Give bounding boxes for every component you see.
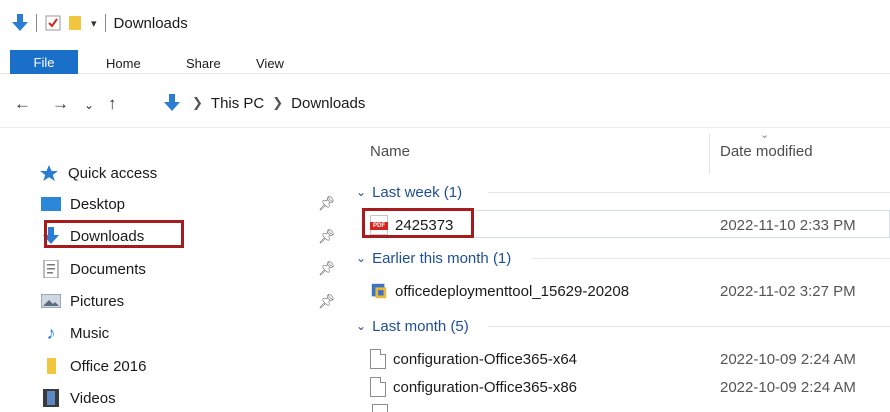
tab-share[interactable]: Share — [186, 56, 221, 71]
file-date: 2022-11-02 3:27 PM — [720, 283, 856, 300]
desktop-icon — [40, 195, 62, 213]
group-label: Last month (5) — [372, 317, 469, 335]
quick-access-item[interactable]: Quick access — [38, 160, 157, 186]
divider — [104, 14, 106, 32]
group-divider — [488, 192, 890, 193]
sidebar-item-label: Documents — [70, 260, 146, 278]
videos-icon — [40, 389, 62, 407]
quick-access-toolbar: ▾ Downloads — [12, 14, 188, 32]
file-name: officedeploymenttool_15629-20208 — [395, 282, 630, 300]
customize-toolbar-chevron-icon[interactable]: ▾ — [91, 17, 97, 30]
document-icon — [370, 349, 386, 369]
file-name: configuration-Office365-x86 — [393, 378, 577, 396]
highlight-box — [362, 208, 474, 238]
column-header-name[interactable]: Name — [370, 143, 410, 160]
group-header-last-month[interactable]: ⌄ Last month (5) — [356, 314, 469, 338]
sidebar-item-label: Office 2016 — [70, 357, 147, 375]
sidebar-item-desktop[interactable]: Desktop — [40, 191, 125, 217]
sidebar-item-videos[interactable]: Videos — [40, 385, 116, 411]
file-name: configuration-Office365-x64 — [393, 350, 577, 368]
sidebar-item-office-2016[interactable]: Office 2016 — [40, 353, 146, 379]
pin-icon: 📌︎ — [318, 195, 336, 211]
window-title: Downloads — [113, 14, 188, 32]
quick-access-label: Quick access — [68, 164, 158, 182]
group-header-earlier-this-month[interactable]: ⌄ Earlier this month (1) — [356, 246, 511, 270]
pictures-icon — [40, 292, 62, 310]
tab-view[interactable]: View — [256, 56, 284, 71]
chevron-right-icon: ❯ — [272, 95, 284, 110]
column-header-date-modified[interactable]: Date modified — [720, 143, 813, 160]
up-arrow-icon[interactable]: ↑ — [108, 94, 117, 114]
sidebar-item-documents[interactable]: Documents — [40, 256, 146, 282]
tab-home[interactable]: Home — [106, 56, 141, 71]
group-divider — [488, 326, 890, 327]
group-divider — [532, 258, 890, 259]
tab-file[interactable]: File — [10, 50, 78, 74]
chevron-right-icon: ❯ — [192, 95, 203, 110]
star-icon — [38, 164, 60, 182]
group-label: Earlier this month (1) — [372, 249, 512, 267]
music-icon: ♪ — [46, 322, 56, 343]
sort-chevron-icon: ⌄ — [760, 129, 770, 141]
document-icon — [372, 404, 388, 412]
address-bar: ← → ⌄ ↑ ❯ This PC ❯ Downloads — [0, 82, 890, 128]
file-date: 2022-10-09 2:24 AM — [720, 351, 856, 368]
documents-icon — [40, 260, 62, 278]
pin-icon: 📌︎ — [318, 228, 336, 244]
breadcrumb-this-pc[interactable]: This PC — [211, 95, 264, 112]
file-date: 2022-10-09 2:24 AM — [720, 379, 856, 396]
document-icon — [370, 377, 386, 397]
properties-icon[interactable] — [45, 15, 61, 31]
back-arrow-icon[interactable]: ← — [14, 94, 31, 114]
sidebar-item-label: Pictures — [70, 292, 125, 310]
title-bar: ▾ Downloads — [0, 0, 890, 44]
forward-arrow-icon[interactable]: → — [52, 94, 69, 114]
breadcrumb-downloads[interactable]: Downloads — [291, 95, 365, 112]
sidebar-item-music[interactable]: ♪ Music — [40, 320, 110, 346]
divider — [36, 14, 37, 32]
file-row[interactable]: configuration-Office365-x64 — [370, 346, 577, 372]
sidebar-item-label: Music — [70, 324, 110, 342]
highlight-box — [44, 220, 184, 248]
ribbon-tabs: File Home Share View — [0, 44, 890, 74]
chevron-down-icon: ⌄ — [356, 185, 367, 199]
folder-icon — [40, 357, 62, 375]
file-row[interactable]: configuration-Office365-x86 — [370, 374, 577, 400]
new-folder-icon[interactable] — [69, 15, 81, 31]
group-header-last-week[interactable]: ⌄ Last week (1) — [356, 180, 462, 204]
sidebar-item-label: Desktop — [70, 195, 126, 213]
sidebar-item-pictures[interactable]: Pictures — [40, 288, 124, 314]
chevron-down-icon: ⌄ — [356, 251, 367, 265]
pin-icon: 📌︎ — [318, 293, 336, 309]
downloads-icon — [164, 94, 180, 111]
downloads-icon — [12, 14, 28, 31]
group-label: Last week (1) — [372, 183, 463, 201]
column-divider[interactable] — [709, 134, 710, 174]
chevron-down-icon: ⌄ — [356, 319, 367, 333]
row-selection-outline — [475, 210, 890, 238]
installer-icon — [371, 283, 387, 299]
sidebar-item-label: Videos — [70, 389, 116, 407]
recent-locations-chevron-icon[interactable]: ⌄ — [84, 98, 94, 112]
file-row[interactable]: officedeploymenttool_15629-20208 — [370, 278, 629, 304]
pin-icon: 📌︎ — [318, 260, 336, 276]
breadcrumb: ❯ This PC ❯ Downloads — [164, 94, 365, 112]
